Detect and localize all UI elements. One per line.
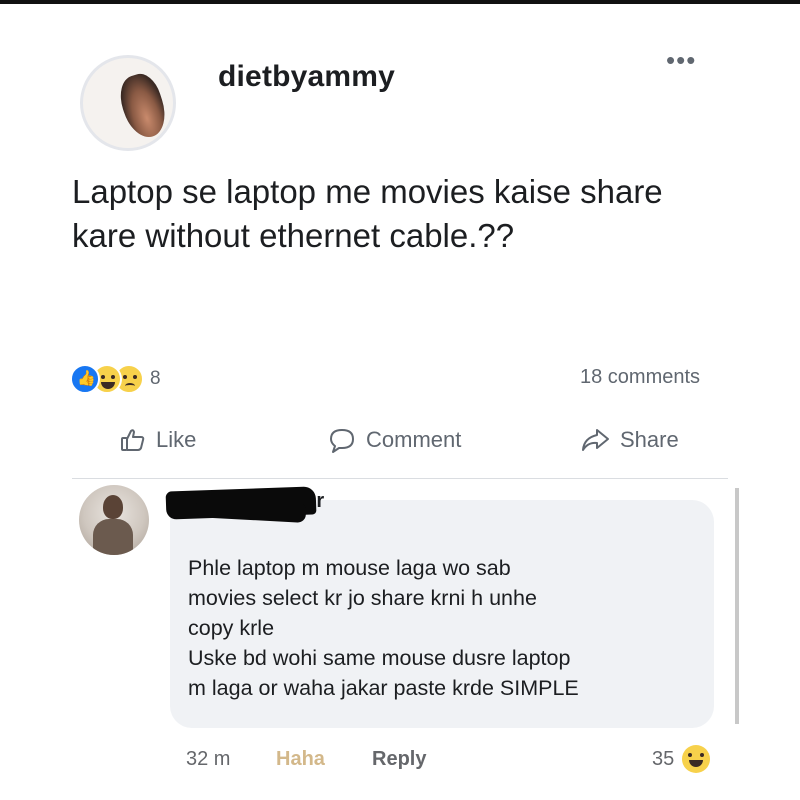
comment-reaction-count[interactable]: 35 bbox=[652, 748, 674, 771]
action-bar: Like Comment Share bbox=[96, 420, 716, 464]
haha-icon bbox=[682, 745, 710, 773]
reaction-count: 8 bbox=[150, 368, 161, 389]
share-button[interactable]: Share bbox=[580, 420, 679, 460]
comment-text: Phle laptop m mouse laga wo sab movies s… bbox=[188, 553, 708, 703]
author-avatar[interactable] bbox=[80, 55, 176, 151]
comment-line: Phle laptop m mouse laga wo sab bbox=[188, 556, 511, 580]
like-button[interactable]: Like bbox=[120, 420, 196, 460]
comment-label: Comment bbox=[366, 427, 462, 452]
comment-button[interactable]: Comment bbox=[328, 420, 461, 460]
share-icon bbox=[582, 429, 609, 451]
share-label: Share bbox=[620, 427, 679, 452]
like-icon bbox=[70, 364, 100, 394]
comment-line: Uske bd wohi same mouse dusre laptop bbox=[188, 646, 571, 670]
commenter-avatar[interactable] bbox=[79, 485, 149, 555]
comment-line: m laga or waha jakar paste krde SIMPLE bbox=[188, 676, 579, 700]
top-strip bbox=[0, 0, 800, 4]
divider bbox=[72, 478, 728, 479]
comment-icon bbox=[330, 429, 354, 453]
reply-button[interactable]: Reply bbox=[372, 748, 426, 771]
comments-count[interactable]: 18 comments bbox=[580, 366, 700, 389]
scrollbar[interactable] bbox=[735, 488, 739, 724]
post-text: Laptop se laptop me movies kaise share k… bbox=[72, 173, 663, 254]
avatar-head bbox=[103, 495, 123, 519]
comment-timestamp[interactable]: 32 m bbox=[186, 748, 230, 771]
like-label: Like bbox=[156, 427, 197, 452]
comment-line: copy krle bbox=[188, 616, 275, 640]
thumbs-up-icon bbox=[121, 429, 145, 451]
avatar-photo bbox=[114, 69, 172, 143]
reaction-summary[interactable]: 8 bbox=[70, 362, 161, 396]
haha-reaction-link[interactable]: Haha bbox=[276, 748, 325, 771]
more-options-icon[interactable]: ••• bbox=[666, 47, 696, 73]
comment-line: movies select kr jo share krni h unhe bbox=[188, 586, 537, 610]
post-author-name[interactable]: dietbyammy bbox=[218, 60, 395, 94]
avatar-torso bbox=[93, 519, 133, 555]
